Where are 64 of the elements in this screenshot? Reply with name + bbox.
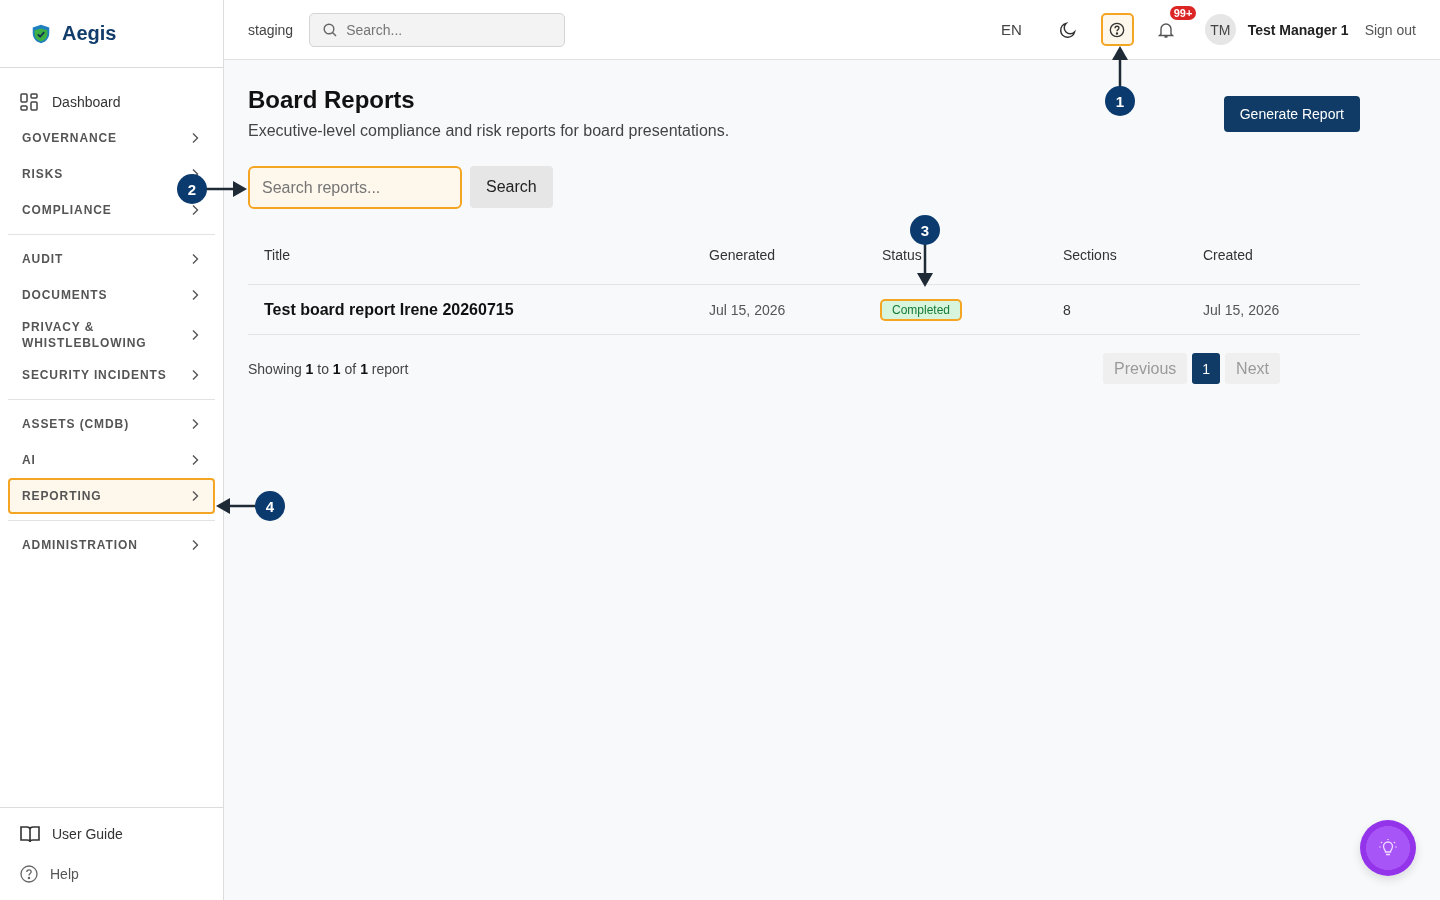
column-header: Title bbox=[263, 246, 291, 263]
user-name: Test Manager 1 bbox=[1247, 21, 1349, 38]
sidebar-group[interactable]: DOCUMENTS bbox=[8, 277, 215, 313]
page-subtitle: Executive-level compliance and risk reports for board presentations. bbox=[248, 122, 730, 140]
sidebar-group[interactable]: AUDIT bbox=[8, 241, 215, 277]
chevron-right-icon bbox=[191, 253, 199, 265]
report-search-field[interactable]: Search reports... bbox=[248, 166, 462, 209]
column-header: Generated bbox=[708, 246, 777, 263]
table-cell-text: Test board report Irene 20260715 bbox=[263, 300, 515, 319]
bell-icon bbox=[1157, 20, 1176, 39]
grid-icon bbox=[20, 93, 38, 111]
callout-arrow bbox=[1112, 46, 1128, 87]
assistant-button[interactable] bbox=[1360, 820, 1416, 876]
footer-link[interactable]: Help bbox=[20, 862, 203, 886]
chevron-right-icon bbox=[191, 454, 199, 466]
chevron-right-icon bbox=[191, 490, 199, 502]
sidebar-group[interactable]: REPORTING bbox=[8, 478, 215, 514]
environment-label: staging bbox=[248, 21, 294, 38]
sidebar-group[interactable]: ADMINISTRATION bbox=[8, 527, 215, 563]
step-number: 4 bbox=[255, 491, 285, 521]
page-number-button[interactable]: 1 bbox=[1192, 353, 1221, 384]
generate-report-button[interactable]: Generate Report bbox=[1223, 96, 1360, 132]
sidebar-group[interactable]: SECURITY INCIDENTS bbox=[8, 357, 215, 393]
brand-name: Aegis bbox=[62, 22, 117, 45]
table-cell-text: Jul 15, 2026 bbox=[708, 301, 787, 318]
chevron-right-icon bbox=[191, 289, 199, 301]
sidebar-group[interactable]: ASSETS (CMDB) bbox=[8, 406, 215, 442]
page-title: Board Reports bbox=[248, 86, 416, 114]
user-avatar[interactable]: TM bbox=[1204, 14, 1236, 45]
table-cell-text: 8 bbox=[1062, 301, 1072, 318]
lightbulb-icon bbox=[1378, 838, 1398, 858]
column-header: Created bbox=[1202, 246, 1254, 263]
callout-arrow bbox=[206, 181, 247, 197]
chevron-right-icon bbox=[191, 204, 199, 216]
status-pill: Completed bbox=[880, 298, 963, 321]
dashboard-link[interactable]: Dashboard bbox=[8, 84, 215, 120]
chevron-right-icon bbox=[191, 132, 199, 144]
moon-icon bbox=[1059, 20, 1078, 39]
language-button[interactable]: EN bbox=[1000, 21, 1022, 38]
chevron-right-icon bbox=[191, 539, 199, 551]
search-icon bbox=[323, 22, 338, 37]
callout-arrow bbox=[216, 498, 256, 514]
table-cell-text: Jul 15, 2026 bbox=[1202, 301, 1281, 318]
footer-link[interactable]: User Guide bbox=[20, 822, 203, 846]
global-search-field[interactable]: Search... bbox=[309, 12, 566, 47]
sign-out-button[interactable]: Sign out bbox=[1364, 21, 1416, 38]
results-summary: Showing 1 to 1 of 1 report bbox=[248, 360, 409, 377]
sidebar-group[interactable]: GOVERNANCE bbox=[8, 120, 215, 156]
chevron-right-icon bbox=[191, 329, 199, 341]
search-button[interactable]: Search bbox=[470, 166, 553, 208]
help-icon bbox=[1109, 21, 1126, 38]
chevron-right-icon bbox=[191, 418, 199, 430]
notification-count: 99+ bbox=[1169, 6, 1197, 20]
help-icon bbox=[20, 865, 38, 883]
sidebar-group[interactable]: PRIVACY & WHISTLEBLOWING bbox=[8, 313, 215, 357]
step-number: 1 bbox=[1105, 86, 1135, 116]
chevron-right-icon bbox=[191, 369, 199, 381]
book-icon bbox=[20, 825, 40, 843]
column-header: Sections bbox=[1062, 246, 1118, 263]
help-button[interactable] bbox=[1100, 13, 1134, 46]
shield-logo-icon bbox=[30, 22, 52, 45]
column-header: Status bbox=[881, 246, 923, 263]
step-number: 3 bbox=[910, 215, 940, 245]
sidebar-group[interactable]: AI bbox=[8, 442, 215, 478]
